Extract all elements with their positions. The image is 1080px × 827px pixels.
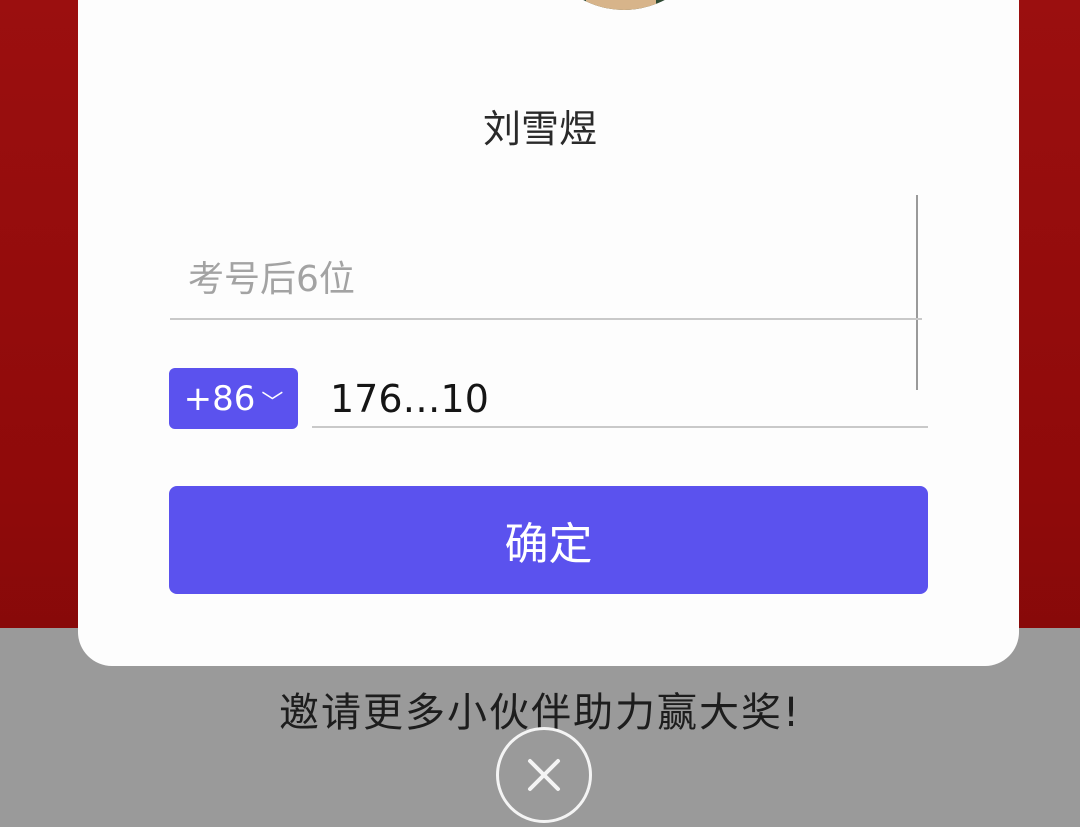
country-code-label: +86	[183, 378, 256, 419]
close-icon	[528, 759, 560, 791]
exam-number-input[interactable]	[170, 240, 922, 320]
confirm-button[interactable]: 确定	[169, 486, 928, 594]
phone-number-input[interactable]: 176…10	[312, 368, 928, 428]
phone-number-value: 176…10	[330, 377, 489, 421]
close-button[interactable]	[496, 727, 592, 823]
confirm-button-label: 确定	[504, 519, 593, 570]
country-code-select[interactable]: +86 ﹀	[169, 368, 298, 429]
user-name: 刘雪煜	[482, 107, 597, 151]
chevron-down-icon: ﹀	[261, 390, 284, 416]
user-avatar	[536, 0, 712, 10]
